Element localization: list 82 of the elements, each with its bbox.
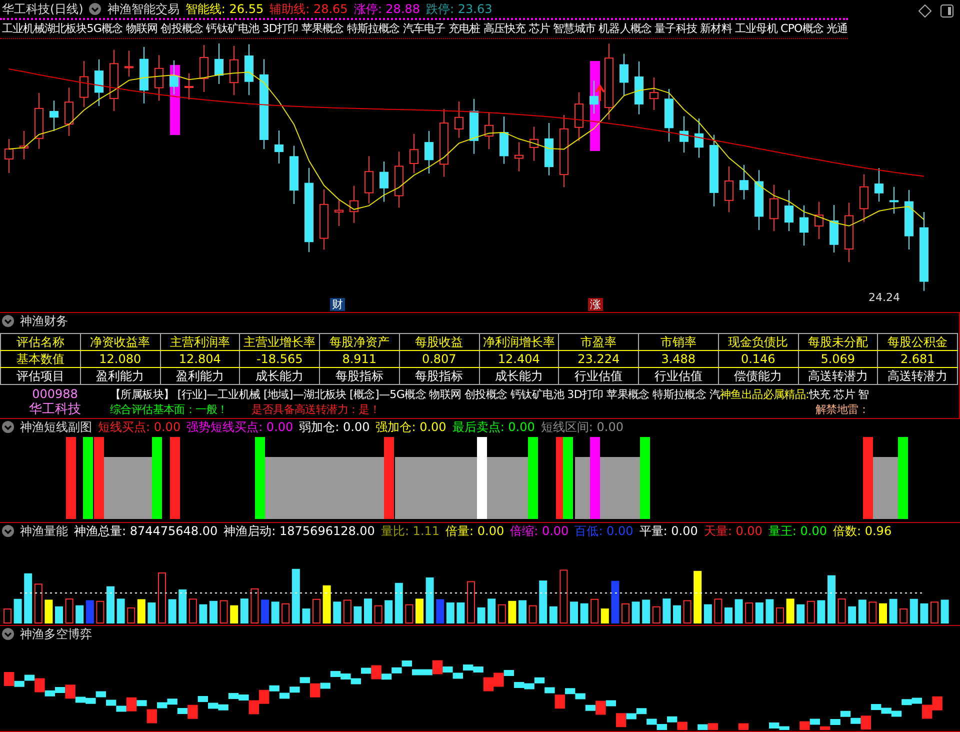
- column-header: 净利润增长率: [479, 334, 559, 350]
- concept-list: 工业机械湖北板块5G概念 物联网 创投概念 钙钛矿电池 3D打印 苹果概念 特斯拉概念 汽车电子 充电桩 高压快充 芯片 智慧城市 机器人概念 量子科技 新材料 工业母机 CPO概念 光通: [0, 18, 848, 39]
- table-cell: 每股指标: [399, 368, 479, 384]
- table-cell: 8.911: [320, 350, 400, 368]
- indicator-reading: 辅助线: 28.65: [270, 0, 348, 18]
- table-cell: 2.681: [878, 350, 958, 368]
- column-header: 市销率: [638, 334, 718, 350]
- table-cell: 0.807: [399, 350, 479, 368]
- table-cell: 3.488: [638, 350, 718, 368]
- column-header: 净资收益率: [80, 334, 160, 350]
- stock-name: 华工科技: [28, 402, 82, 417]
- indicator-reading: 量王: 0.00: [768, 522, 827, 540]
- collapse-icon[interactable]: [2, 628, 14, 640]
- table-cell: 评估项目: [0, 368, 80, 384]
- stock-code: 000988: [31, 387, 79, 402]
- chart-marker: 涨: [588, 298, 603, 311]
- table-cell: 高送转潜力: [878, 368, 958, 384]
- table-cell: 12.804: [160, 350, 240, 368]
- sector-info: 【所属板块】 [行业]—工业机械 [地域]—湖北板块 [概念]—5G概念 物联网 创投概念 钙钛矿电池 3D打印 苹果概念 特斯拉概念 汽: [110, 387, 720, 402]
- indicator-reading: 短线买点: 0.00: [98, 418, 181, 436]
- panel-title: 神渔量能: [20, 522, 68, 540]
- indicator-reading: 神渔启动: 1875696128.00: [224, 522, 375, 540]
- indicator-reading: 涨停: 28.88: [354, 0, 420, 18]
- table-cell: 行业估值: [638, 368, 718, 384]
- collapse-icon[interactable]: [2, 315, 14, 327]
- table-cell: 12.404: [479, 350, 559, 368]
- chart-title: 华工科技(日线): [2, 0, 84, 18]
- column-header: 每股收益: [399, 334, 479, 350]
- panel-toggle-icon[interactable]: [940, 4, 954, 18]
- indicator-reading: 倍量: 0.00: [446, 522, 504, 540]
- table-cell: 0.146: [718, 350, 798, 368]
- table-cell: 高送转潜力: [798, 368, 878, 384]
- table-cell: 行业估值: [558, 368, 638, 384]
- collapse-icon[interactable]: [2, 525, 14, 537]
- table-cell: 偿债能力: [718, 368, 798, 384]
- indicator-reading: 短线区间: 0.00: [540, 418, 624, 436]
- indicator-reading: 跌停: 23.63: [426, 0, 492, 18]
- column-header: 每股公积金: [878, 334, 958, 350]
- indicator-reading: 天量: 0.00: [704, 522, 762, 540]
- table-cell: -18.565: [240, 350, 320, 368]
- table-cell: 每股指标: [320, 368, 400, 384]
- table-cell: 盈利能力: [80, 368, 160, 384]
- sector-info: 快充 芯片 智: [809, 387, 869, 402]
- table-cell: 23.224: [558, 350, 638, 368]
- column-header: 每股净资产: [320, 334, 400, 350]
- collapse-icon[interactable]: [2, 421, 14, 433]
- table-cell: 成长能力: [479, 368, 559, 384]
- table-cell: 5.069: [798, 350, 878, 368]
- column-header: 现金负债比: [718, 334, 798, 350]
- indicator-reading: 量比: 1.11: [380, 522, 440, 540]
- column-header: 评估名称: [0, 334, 80, 350]
- indicator-reading: 百低: 0.00: [574, 522, 634, 540]
- indicator-reading: 倍缩: 0.00: [510, 522, 569, 540]
- diamond-icon[interactable]: [918, 4, 932, 18]
- indicator-reading: 平量: 0.00: [639, 522, 698, 540]
- table-cell: 基本数值: [0, 350, 80, 368]
- panel-title: 神渔短线副图: [20, 418, 92, 436]
- indicator-reading: 弱加仓: 0.00: [299, 418, 370, 436]
- indicator-reading: 倍数: 0.96: [833, 522, 892, 540]
- indicator-reading: 智能线: 26.55: [185, 0, 264, 18]
- table-cell: 成长能力: [240, 368, 320, 384]
- indicator-reading: 最后卖点: 0.00: [452, 418, 535, 436]
- table-cell: 12.080: [80, 350, 160, 368]
- indicator-name: 神渔智能交易: [107, 0, 180, 18]
- chart-marker: 财: [330, 298, 345, 311]
- up-arrow-icon: [595, 84, 605, 102]
- collapse-icon[interactable]: [89, 3, 102, 15]
- panel-title: 神渔财务: [20, 312, 68, 330]
- column-header: 每股未分配: [798, 334, 878, 350]
- indicator-reading: 神渔总量: 874475648.00: [74, 522, 218, 540]
- column-header: 主营业增长率: [240, 334, 320, 350]
- column-header: 市盈率: [558, 334, 638, 350]
- slogan-text: 神鱼出品必属精品:: [720, 387, 810, 402]
- table-cell: 盈利能力: [160, 368, 240, 384]
- unlock-text: 解禁地雷：: [815, 402, 869, 417]
- potential-text: 是否具备高送转潜力：是！: [252, 402, 380, 417]
- panel-title: 神渔多空博弈: [20, 626, 92, 642]
- column-header: 主营利润率: [160, 334, 240, 350]
- price-label: 24.24: [868, 291, 900, 304]
- indicator-reading: 强加仓: 0.00: [376, 418, 446, 436]
- evaluation-text: 综合评估基本面：一般！: [110, 402, 228, 417]
- indicator-reading: 强势短线买点: 0.00: [186, 418, 294, 436]
